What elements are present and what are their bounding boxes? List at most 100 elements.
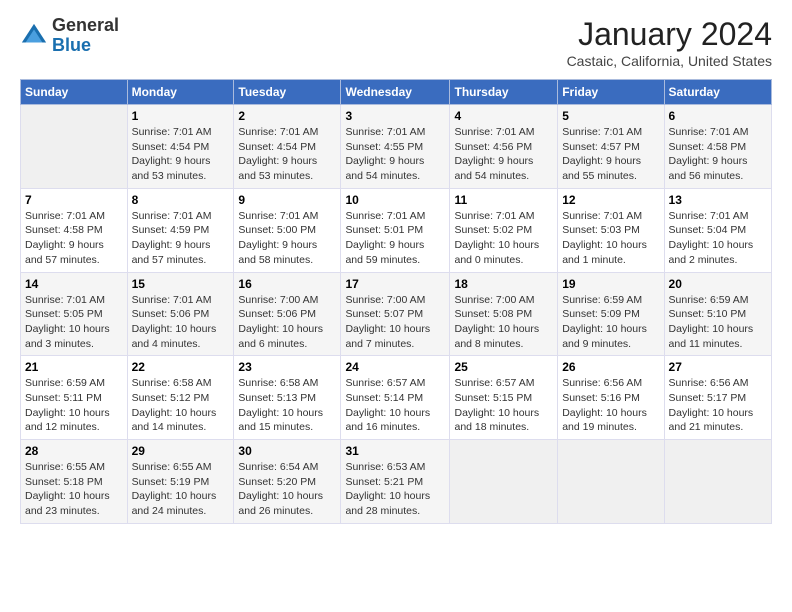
day-number: 12 <box>562 193 659 207</box>
day-number: 4 <box>454 109 553 123</box>
logo-general: General <box>52 15 119 35</box>
day-number: 18 <box>454 277 553 291</box>
calendar-cell: 25 Sunrise: 6:57 AMSunset: 5:15 PMDayligh… <box>450 356 558 440</box>
day-info: Sunrise: 6:57 AMSunset: 5:14 PMDaylight:… <box>345 376 445 435</box>
day-number: 7 <box>25 193 123 207</box>
logo-text: General Blue <box>52 16 119 56</box>
calendar-cell: 15 Sunrise: 7:01 AMSunset: 5:06 PMDayligh… <box>127 272 234 356</box>
day-info: Sunrise: 7:01 AMSunset: 4:56 PMDaylight:… <box>454 125 553 184</box>
calendar-table: SundayMondayTuesdayWednesdayThursdayFrid… <box>20 79 772 524</box>
calendar-cell: 4 Sunrise: 7:01 AMSunset: 4:56 PMDaylight… <box>450 105 558 189</box>
day-number: 10 <box>345 193 445 207</box>
title-block: January 2024 Castaic, California, United… <box>567 16 772 69</box>
day-of-week-header: Monday <box>127 80 234 105</box>
day-number: 19 <box>562 277 659 291</box>
day-number: 20 <box>669 277 767 291</box>
day-info: Sunrise: 7:01 AMSunset: 5:06 PMDaylight:… <box>132 293 230 352</box>
day-info: Sunrise: 6:58 AMSunset: 5:12 PMDaylight:… <box>132 376 230 435</box>
day-of-week-header: Thursday <box>450 80 558 105</box>
day-info: Sunrise: 6:58 AMSunset: 5:13 PMDaylight:… <box>238 376 336 435</box>
calendar-cell: 14Sunrise: 7:01 AMSunset: 5:05 PMDayligh… <box>21 272 128 356</box>
day-info: Sunrise: 6:55 AMSunset: 5:19 PMDaylight:… <box>132 460 230 519</box>
day-number: 13 <box>669 193 767 207</box>
day-number: 27 <box>669 360 767 374</box>
day-info: Sunrise: 7:01 AMSunset: 4:54 PMDaylight:… <box>132 125 230 184</box>
day-info: Sunrise: 7:01 AMSunset: 4:57 PMDaylight:… <box>562 125 659 184</box>
day-number: 23 <box>238 360 336 374</box>
calendar-cell <box>664 440 771 524</box>
day-info: Sunrise: 7:01 AMSunset: 4:59 PMDaylight:… <box>132 209 230 268</box>
day-number: 30 <box>238 444 336 458</box>
calendar-cell <box>21 105 128 189</box>
header-row: SundayMondayTuesdayWednesdayThursdayFrid… <box>21 80 772 105</box>
calendar-cell: 6Sunrise: 7:01 AMSunset: 4:58 PMDaylight… <box>664 105 771 189</box>
calendar-cell: 27Sunrise: 6:56 AMSunset: 5:17 PMDayligh… <box>664 356 771 440</box>
day-number: 1 <box>132 109 230 123</box>
calendar-week-row: 14Sunrise: 7:01 AMSunset: 5:05 PMDayligh… <box>21 272 772 356</box>
calendar-week-row: 28 Sunrise: 6:55 AMSunset: 5:18 PMDayligh… <box>21 440 772 524</box>
logo: General Blue <box>20 16 119 56</box>
day-info: Sunrise: 7:00 AMSunset: 5:07 PMDaylight:… <box>345 293 445 352</box>
calendar-cell: 29 Sunrise: 6:55 AMSunset: 5:19 PMDayligh… <box>127 440 234 524</box>
day-info: Sunrise: 7:01 AMSunset: 5:01 PMDaylight:… <box>345 209 445 268</box>
day-number: 3 <box>345 109 445 123</box>
day-info: Sunrise: 6:54 AMSunset: 5:20 PMDaylight:… <box>238 460 336 519</box>
day-of-week-header: Friday <box>558 80 664 105</box>
day-of-week-header: Tuesday <box>234 80 341 105</box>
day-info: Sunrise: 6:59 AMSunset: 5:10 PMDaylight:… <box>669 293 767 352</box>
calendar-cell: 11Sunrise: 7:01 AMSunset: 5:02 PMDayligh… <box>450 188 558 272</box>
calendar-cell <box>450 440 558 524</box>
calendar-cell: 10 Sunrise: 7:01 AMSunset: 5:01 PMDayligh… <box>341 188 450 272</box>
calendar-cell: 17 Sunrise: 7:00 AMSunset: 5:07 PMDayligh… <box>341 272 450 356</box>
month-title: January 2024 <box>567 16 772 53</box>
day-number: 17 <box>345 277 445 291</box>
calendar-cell: 3 Sunrise: 7:01 AMSunset: 4:55 PMDaylight… <box>341 105 450 189</box>
day-of-week-header: Wednesday <box>341 80 450 105</box>
calendar-cell: 13 Sunrise: 7:01 AMSunset: 5:04 PMDayligh… <box>664 188 771 272</box>
calendar-cell: 20 Sunrise: 6:59 AMSunset: 5:10 PMDayligh… <box>664 272 771 356</box>
calendar-body: 1 Sunrise: 7:01 AMSunset: 4:54 PMDaylight… <box>21 105 772 524</box>
day-info: Sunrise: 6:56 AMSunset: 5:16 PMDaylight:… <box>562 376 659 435</box>
logo-icon <box>20 22 48 50</box>
day-info: Sunrise: 7:01 AMSunset: 4:58 PMDaylight:… <box>25 209 123 268</box>
day-info: Sunrise: 7:01 AMSunset: 5:04 PMDaylight:… <box>669 209 767 268</box>
day-info: Sunrise: 7:01 AMSunset: 5:00 PMDaylight:… <box>238 209 336 268</box>
day-number: 29 <box>132 444 230 458</box>
day-of-week-header: Sunday <box>21 80 128 105</box>
day-info: Sunrise: 6:53 AMSunset: 5:21 PMDaylight:… <box>345 460 445 519</box>
calendar-cell: 30 Sunrise: 6:54 AMSunset: 5:20 PMDayligh… <box>234 440 341 524</box>
day-number: 21 <box>25 360 123 374</box>
calendar-cell: 7 Sunrise: 7:01 AMSunset: 4:58 PMDaylight… <box>21 188 128 272</box>
day-info: Sunrise: 7:01 AMSunset: 4:58 PMDaylight:… <box>669 125 767 184</box>
day-number: 2 <box>238 109 336 123</box>
day-number: 15 <box>132 277 230 291</box>
calendar-cell: 28 Sunrise: 6:55 AMSunset: 5:18 PMDayligh… <box>21 440 128 524</box>
day-number: 28 <box>25 444 123 458</box>
day-info: Sunrise: 6:55 AMSunset: 5:18 PMDaylight:… <box>25 460 123 519</box>
calendar-cell: 18 Sunrise: 7:00 AMSunset: 5:08 PMDayligh… <box>450 272 558 356</box>
calendar-cell: 16Sunrise: 7:00 AMSunset: 5:06 PMDayligh… <box>234 272 341 356</box>
header: General Blue January 2024 Castaic, Calif… <box>20 16 772 69</box>
logo-blue: Blue <box>52 35 91 55</box>
day-info: Sunrise: 7:01 AMSunset: 4:54 PMDaylight:… <box>238 125 336 184</box>
day-info: Sunrise: 7:00 AMSunset: 5:08 PMDaylight:… <box>454 293 553 352</box>
calendar-cell <box>558 440 664 524</box>
calendar-cell: 22Sunrise: 6:58 AMSunset: 5:12 PMDayligh… <box>127 356 234 440</box>
calendar-cell: 2 Sunrise: 7:01 AMSunset: 4:54 PMDaylight… <box>234 105 341 189</box>
calendar-cell: 19Sunrise: 6:59 AMSunset: 5:09 PMDayligh… <box>558 272 664 356</box>
day-number: 31 <box>345 444 445 458</box>
day-info: Sunrise: 7:01 AMSunset: 4:55 PMDaylight:… <box>345 125 445 184</box>
calendar-cell: 1 Sunrise: 7:01 AMSunset: 4:54 PMDaylight… <box>127 105 234 189</box>
calendar-week-row: 21 Sunrise: 6:59 AMSunset: 5:11 PMDayligh… <box>21 356 772 440</box>
day-info: Sunrise: 6:59 AMSunset: 5:11 PMDaylight:… <box>25 376 123 435</box>
day-info: Sunrise: 7:01 AMSunset: 5:05 PMDaylight:… <box>25 293 123 352</box>
calendar-cell: 5 Sunrise: 7:01 AMSunset: 4:57 PMDaylight… <box>558 105 664 189</box>
day-info: Sunrise: 7:01 AMSunset: 5:03 PMDaylight:… <box>562 209 659 268</box>
calendar-cell: 31 Sunrise: 6:53 AMSunset: 5:21 PMDayligh… <box>341 440 450 524</box>
calendar-week-row: 7 Sunrise: 7:01 AMSunset: 4:58 PMDaylight… <box>21 188 772 272</box>
day-number: 25 <box>454 360 553 374</box>
day-info: Sunrise: 6:57 AMSunset: 5:15 PMDaylight:… <box>454 376 553 435</box>
calendar-cell: 24Sunrise: 6:57 AMSunset: 5:14 PMDayligh… <box>341 356 450 440</box>
day-number: 5 <box>562 109 659 123</box>
calendar-cell: 8Sunrise: 7:01 AMSunset: 4:59 PMDaylight… <box>127 188 234 272</box>
